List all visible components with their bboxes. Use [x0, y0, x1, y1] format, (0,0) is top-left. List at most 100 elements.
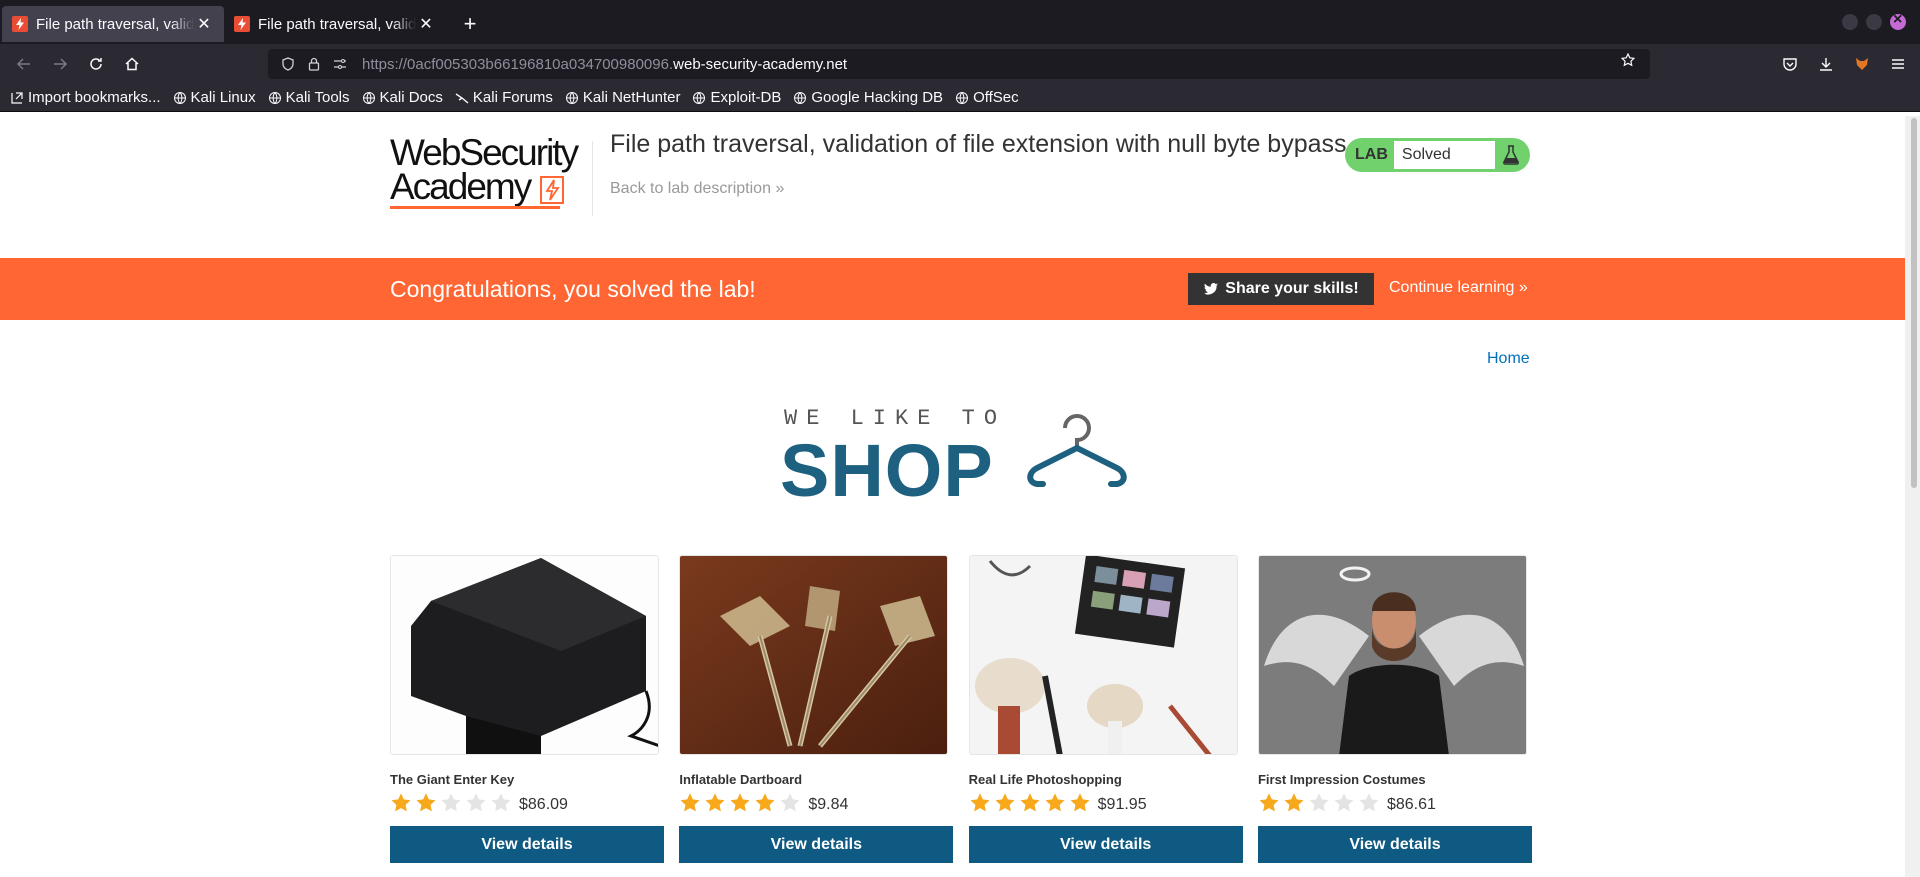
product-rating-row: $86.09 [390, 792, 664, 814]
share-skills-label: Share your skills! [1225, 280, 1359, 297]
product-image-real-life-photoshopping[interactable] [968, 555, 1238, 755]
star-filled-icon [680, 793, 700, 812]
menu-icon[interactable] [1886, 49, 1910, 79]
star-empty-icon [441, 793, 461, 812]
close-tab-icon[interactable]: ✕ [416, 14, 436, 34]
view-details-button[interactable]: View details [968, 826, 1243, 863]
url-text: https://0acf005303b66196810a034700980096… [362, 55, 848, 73]
window-controls [1842, 11, 1906, 30]
bookmark-kali-linux[interactable]: Kali Linux [173, 89, 256, 106]
product-grid: The Giant Enter Key $86.09 View details [390, 555, 1532, 863]
scrollbar-thumb[interactable] [1911, 118, 1917, 488]
star-empty-icon [780, 793, 800, 812]
back-to-lab-description-link[interactable]: Back to lab description » [610, 180, 784, 198]
star-rating [679, 792, 801, 814]
continue-learning-link[interactable]: Continue learning » [1389, 279, 1528, 297]
star-rating [969, 792, 1091, 814]
congrats-message: Congratulations, you solved the lab! [390, 276, 756, 302]
bookmark-offsec[interactable]: OffSec [955, 89, 1019, 106]
globe-icon [794, 91, 807, 104]
bookmark-kali-nethunter[interactable]: Kali NetHunter [565, 89, 680, 106]
product-rating-row: $9.84 [679, 792, 953, 814]
star-filled-icon [970, 793, 990, 812]
globe-icon [956, 91, 969, 104]
web-security-academy-logo[interactable]: WebSecurity Academy [390, 132, 579, 211]
star-filled-icon [1259, 793, 1279, 812]
bookmark-star-icon[interactable] [1616, 53, 1640, 75]
tab-title: File path traversal, validat [258, 15, 416, 33]
browser-tab-1[interactable]: File path traversal, validat ✕ [2, 6, 224, 42]
pocket-icon[interactable] [1778, 49, 1802, 79]
lab-status-widget: LAB Solved [1345, 138, 1530, 172]
portswigger-favicon-icon [234, 16, 250, 32]
product-price: $9.84 [808, 795, 849, 813]
star-filled-icon [705, 793, 725, 812]
bookmark-kali-tools[interactable]: Kali Tools [268, 89, 350, 106]
globe-icon [173, 91, 186, 104]
url-bar[interactable]: https://0acf005303b66196810a034700980096… [268, 49, 1650, 79]
star-rating [390, 792, 512, 814]
close-window-button[interactable] [1890, 11, 1906, 30]
product-rating-row: $86.61 [1258, 792, 1532, 814]
product-price: $86.09 [519, 795, 568, 813]
bookmark-kali-docs[interactable]: Kali Docs [362, 89, 443, 106]
bookmark-exploit-db[interactable]: Exploit-DB [692, 89, 781, 106]
import-icon [11, 91, 23, 104]
back-link-label: Back to lab description [610, 180, 771, 197]
view-details-button[interactable]: View details [390, 826, 664, 863]
reload-button[interactable] [80, 48, 112, 80]
star-filled-icon [1070, 793, 1090, 812]
view-details-button[interactable]: View details [679, 826, 954, 863]
globe-icon [268, 91, 281, 104]
permissions-icon[interactable] [328, 57, 352, 71]
shop-banner-title: SHOP [780, 429, 994, 512]
globe-icon [362, 91, 375, 104]
product-image-first-impression-costumes[interactable] [1257, 555, 1527, 755]
portswigger-favicon-icon [12, 16, 28, 32]
share-skills-button[interactable]: Share your skills! [1188, 273, 1374, 305]
star-filled-icon [416, 793, 436, 812]
solved-banner: Congratulations, you solved the lab! Sha… [0, 258, 1905, 320]
extension-fox-icon[interactable] [1850, 49, 1874, 79]
bookmark-google-hacking-db[interactable]: Google Hacking DB [793, 89, 943, 106]
lab-status-value: Solved [1393, 141, 1496, 169]
star-filled-icon [1284, 793, 1304, 812]
logo-underline [390, 206, 560, 209]
star-filled-icon [1045, 793, 1065, 812]
page-scrollbar[interactable] [1905, 116, 1920, 877]
bookmark-import[interactable]: Import bookmarks... [10, 89, 161, 106]
close-tab-icon[interactable]: ✕ [194, 14, 214, 34]
lock-icon[interactable] [302, 57, 326, 71]
lab-label: LAB [1355, 146, 1388, 163]
maximize-button[interactable] [1866, 14, 1882, 30]
product-image-inflatable-dartboard[interactable] [679, 555, 949, 755]
browser-tab-2[interactable]: File path traversal, validat ✕ [224, 6, 446, 42]
home-button[interactable] [116, 48, 148, 80]
arrow-left-icon [16, 58, 30, 70]
bookmark-kali-forums[interactable]: Kali Forums [455, 89, 553, 106]
forward-button[interactable] [44, 48, 76, 80]
bookmarks-bar: Import bookmarks... Kali Linux Kali Tool… [0, 84, 1920, 112]
product-card: Real Life Photoshopping $91.95 View deta… [968, 555, 1243, 863]
download-icon[interactable] [1814, 49, 1838, 79]
academy-header: WebSecurity Academy File path traversal,… [0, 116, 1905, 258]
back-button[interactable] [8, 48, 40, 80]
we-like-to-shop-banner: WE LIKE TO SHOP [780, 406, 1140, 512]
minimize-button[interactable] [1842, 14, 1858, 30]
product-name: First Impression Costumes [1257, 772, 1426, 787]
product-card: The Giant Enter Key $86.09 View details [390, 555, 664, 863]
header-divider [592, 141, 593, 216]
reload-icon [90, 58, 102, 70]
product-name: Real Life Photoshopping [968, 772, 1122, 787]
logo-line1: WebSecurity [390, 132, 579, 173]
star-filled-icon [995, 793, 1015, 812]
product-image-giant-enter-key[interactable] [390, 555, 659, 755]
new-tab-button[interactable]: + [454, 8, 486, 40]
globe-icon [693, 91, 706, 104]
home-link[interactable]: Home [1487, 350, 1530, 368]
star-empty-icon [491, 793, 511, 812]
star-empty-icon [1309, 793, 1329, 812]
view-details-button[interactable]: View details [1257, 826, 1532, 863]
shield-icon[interactable] [276, 57, 300, 71]
logo-line2: Academy [390, 166, 532, 207]
